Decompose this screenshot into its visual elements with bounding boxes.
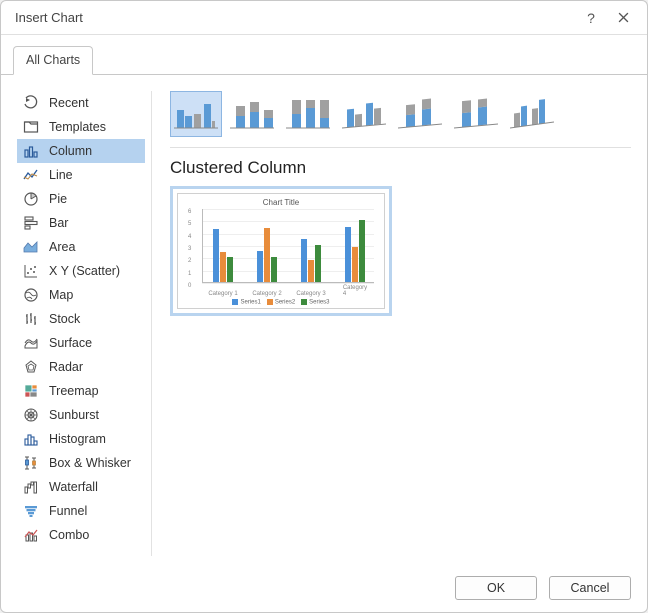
surface-icon xyxy=(23,335,39,351)
radar-icon xyxy=(23,359,39,375)
sidebar-item-label: Surface xyxy=(49,336,92,350)
sidebar-item-combo[interactable]: Combo xyxy=(17,523,145,547)
sidebar-item-label: Column xyxy=(49,144,92,158)
chart-preview: Chart Title 0123456Category 1Category 2C… xyxy=(177,193,385,309)
sidebar-item-waterfall[interactable]: Waterfall xyxy=(17,475,145,499)
sidebar-item-pie[interactable]: Pie xyxy=(17,187,145,211)
sidebar-item-funnel[interactable]: Funnel xyxy=(17,499,145,523)
sidebar-item-templates[interactable]: Templates xyxy=(17,115,145,139)
sidebar-item-recent[interactable]: Recent xyxy=(17,91,145,115)
funnel-icon xyxy=(23,503,39,519)
sidebar-item-box-whisker[interactable]: Box & Whisker xyxy=(17,451,145,475)
scatter-icon xyxy=(23,263,39,279)
sidebar-item-label: Area xyxy=(49,240,75,254)
sidebar-item-map[interactable]: Map xyxy=(17,283,145,307)
templates-icon xyxy=(23,119,39,135)
sidebar-item-label: Stock xyxy=(49,312,80,326)
preview-chart-title: Chart Title xyxy=(184,198,378,207)
line-icon xyxy=(23,167,39,183)
subtype-stacked-column[interactable] xyxy=(226,91,278,137)
sidebar-item-label: X Y (Scatter) xyxy=(49,264,120,278)
sidebar-item-label: Map xyxy=(49,288,73,302)
titlebar: Insert Chart ? xyxy=(1,1,647,35)
chart-preview-tile[interactable]: Chart Title 0123456Category 1Category 2C… xyxy=(170,186,392,316)
sidebar-item-label: Combo xyxy=(49,528,89,542)
sidebar-item-label: Box & Whisker xyxy=(49,456,131,470)
help-button[interactable]: ? xyxy=(575,4,607,32)
subtype-row xyxy=(170,91,631,148)
preview-legend: Series1 Series2 Series3 xyxy=(184,299,378,306)
sidebar-item-label: Funnel xyxy=(49,504,87,518)
subtype-3d-stacked-column[interactable] xyxy=(394,91,446,137)
sidebar-item-label: Recent xyxy=(49,96,89,110)
subtype-title: Clustered Column xyxy=(170,158,631,178)
sidebar-item-bar[interactable]: Bar xyxy=(17,211,145,235)
sidebar-item-surface[interactable]: Surface xyxy=(17,331,145,355)
sidebar-item-area[interactable]: Area xyxy=(17,235,145,259)
area-icon xyxy=(23,239,39,255)
ok-button[interactable]: OK xyxy=(455,576,537,600)
main-panel: Clustered Column Chart Title 0123456Cate… xyxy=(170,91,631,556)
dialog-title: Insert Chart xyxy=(15,10,575,25)
sidebar-item-label: Bar xyxy=(49,216,68,230)
column-icon xyxy=(23,143,39,159)
legend-label: Series2 xyxy=(275,300,295,306)
sidebar-item-label: Waterfall xyxy=(49,480,98,494)
histogram-icon xyxy=(23,431,39,447)
treemap-icon xyxy=(23,383,39,399)
sidebar-item-stock[interactable]: Stock xyxy=(17,307,145,331)
sidebar-item-line[interactable]: Line xyxy=(17,163,145,187)
sidebar-item-treemap[interactable]: Treemap xyxy=(17,379,145,403)
subtype-3d-100-stacked-column[interactable] xyxy=(450,91,502,137)
legend-label: Series1 xyxy=(240,300,260,306)
cancel-button[interactable]: Cancel xyxy=(549,576,631,600)
close-button[interactable] xyxy=(607,4,639,32)
preview-chart-area: 0123456Category 1Category 2Category 3Cat… xyxy=(184,209,378,297)
legend-label: Series3 xyxy=(309,300,329,306)
sidebar-item-radar[interactable]: Radar xyxy=(17,355,145,379)
tabstrip: All Charts xyxy=(1,35,647,75)
subtype-3d-clustered-column[interactable] xyxy=(338,91,390,137)
dialog-footer: OK Cancel xyxy=(1,564,647,612)
sidebar-item-histogram[interactable]: Histogram xyxy=(17,427,145,451)
subtype-clustered-column[interactable] xyxy=(170,91,222,137)
sidebar-item-label: Radar xyxy=(49,360,83,374)
close-icon xyxy=(618,10,629,26)
sidebar-item-scatter[interactable]: X Y (Scatter) xyxy=(17,259,145,283)
sidebar-item-label: Line xyxy=(49,168,73,182)
sidebar-item-sunburst[interactable]: Sunburst xyxy=(17,403,145,427)
combo-icon xyxy=(23,527,39,543)
subtype-3d-column[interactable] xyxy=(506,91,558,137)
chart-category-sidebar: Recent Templates Column Line xyxy=(17,91,152,556)
stock-icon xyxy=(23,311,39,327)
sidebar-item-column[interactable]: Column xyxy=(17,139,145,163)
sidebar-item-label: Sunburst xyxy=(49,408,99,422)
waterfall-icon xyxy=(23,479,39,495)
bar-icon xyxy=(23,215,39,231)
sidebar-item-label: Histogram xyxy=(49,432,106,446)
pie-icon xyxy=(23,191,39,207)
sidebar-item-label: Pie xyxy=(49,192,67,206)
insert-chart-dialog: Insert Chart ? All Charts Recent xyxy=(0,0,648,613)
recent-icon xyxy=(23,95,39,111)
tab-all-charts[interactable]: All Charts xyxy=(13,46,93,75)
sunburst-icon xyxy=(23,407,39,423)
dialog-body: Recent Templates Column Line xyxy=(1,75,647,564)
sidebar-item-label: Templates xyxy=(49,120,106,134)
box-whisker-icon xyxy=(23,455,39,471)
map-icon xyxy=(23,287,39,303)
help-icon: ? xyxy=(587,10,595,26)
subtype-100-stacked-column[interactable] xyxy=(282,91,334,137)
sidebar-item-label: Treemap xyxy=(49,384,99,398)
